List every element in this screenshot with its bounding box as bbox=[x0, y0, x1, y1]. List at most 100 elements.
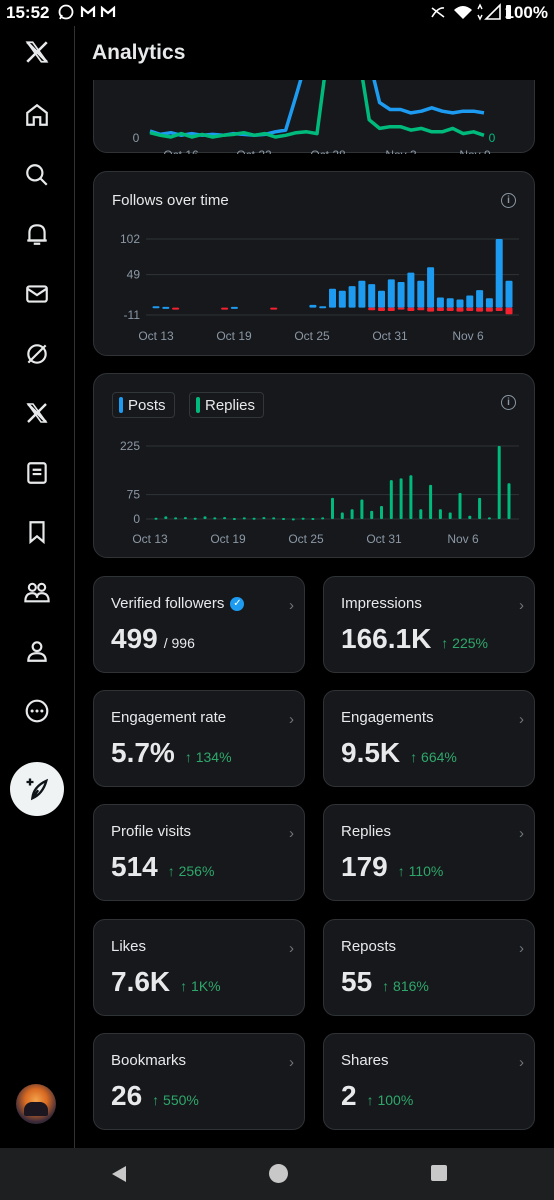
posts-replies-chart-card[interactable]: Posts Replies i 225 75 0 Oct 13 Oct 19 Oct 25… bbox=[93, 373, 535, 558]
home-button-icon[interactable] bbox=[269, 1164, 288, 1183]
bar bbox=[368, 284, 376, 308]
y-tick-label: 102 bbox=[120, 232, 140, 246]
stat-reposts[interactable]: Reposts › 55 ↑ 816% bbox=[323, 919, 535, 1016]
notifications-icon[interactable] bbox=[13, 210, 61, 258]
bar bbox=[507, 483, 511, 519]
stat-change: ↑ 816% bbox=[382, 978, 429, 994]
x-tick-label: Oct 22 bbox=[236, 148, 272, 154]
stat-likes[interactable]: Likes › 7.6K ↑ 1K% bbox=[93, 919, 305, 1016]
messages-icon[interactable] bbox=[13, 270, 61, 318]
y-axis-label: 0 bbox=[133, 131, 140, 145]
more-icon[interactable] bbox=[13, 687, 61, 735]
lists-icon[interactable] bbox=[13, 449, 61, 497]
grok-icon[interactable] bbox=[13, 330, 61, 378]
profile-icon[interactable] bbox=[13, 627, 61, 675]
analytics-content: 0 0 Oct 16 Oct 22 Oct 28 Nov 3 Nov 9 Follows o… bbox=[75, 80, 554, 1148]
stat-change: ↑ 550% bbox=[152, 1092, 199, 1108]
bar bbox=[448, 512, 452, 519]
bar bbox=[466, 307, 474, 311]
stat-change: ↑ 134% bbox=[184, 749, 232, 765]
bar bbox=[487, 517, 491, 520]
chevron-right-icon: › bbox=[519, 940, 524, 957]
bar bbox=[417, 307, 425, 311]
stat-impressions[interactable]: Impressions › 166.1K ↑ 225% bbox=[323, 576, 535, 673]
chart-title: Follows over time bbox=[112, 192, 229, 209]
follows-chart-card[interactable]: Follows over time i 102 49 -11 Oct 13 Oct 19… bbox=[93, 171, 535, 356]
bar bbox=[436, 307, 444, 311]
bar bbox=[387, 279, 395, 308]
chevron-right-icon: › bbox=[289, 1054, 294, 1071]
legend-label: Posts bbox=[128, 396, 166, 414]
y-tick-label: 0 bbox=[133, 512, 140, 526]
bar bbox=[429, 484, 433, 519]
stat-value-row: 166.1K ↑ 225% bbox=[341, 623, 488, 655]
bar bbox=[436, 297, 444, 308]
whatsapp-gmail-icons bbox=[58, 4, 116, 20]
sidebar-nav bbox=[0, 26, 75, 1148]
home-icon[interactable] bbox=[13, 91, 61, 139]
stat-value-row: 9.5K ↑ 664% bbox=[341, 737, 457, 769]
system-nav-bar bbox=[0, 1148, 554, 1200]
bar bbox=[172, 307, 180, 310]
compose-button[interactable] bbox=[10, 762, 64, 816]
bar bbox=[223, 517, 227, 520]
bar bbox=[291, 518, 295, 521]
bar bbox=[468, 515, 472, 519]
legend-replies[interactable]: Replies bbox=[189, 392, 265, 418]
x-tick-label: Nov 6 bbox=[447, 532, 479, 546]
bar bbox=[446, 298, 454, 308]
stat-label: Profile visits bbox=[111, 823, 192, 840]
bar bbox=[162, 306, 170, 309]
stat-engagement-rate[interactable]: Engagement rate › 5.7% ↑ 134% bbox=[93, 690, 305, 787]
bookmarks-icon[interactable] bbox=[13, 508, 61, 556]
bar bbox=[399, 478, 403, 519]
legend-posts[interactable]: Posts bbox=[112, 392, 175, 418]
x-tick-label: Oct 13 bbox=[132, 532, 168, 546]
stat-value-row: 7.6K ↑ 1K% bbox=[111, 966, 221, 998]
compose-icon bbox=[26, 778, 49, 801]
avatar[interactable] bbox=[16, 1084, 56, 1124]
stat-replies[interactable]: Replies › 179 ↑ 110% bbox=[323, 804, 535, 901]
bar bbox=[427, 307, 435, 312]
notification-icons bbox=[58, 3, 120, 25]
bar bbox=[232, 518, 236, 520]
x-logo-icon[interactable] bbox=[13, 28, 61, 76]
impressions-chart-card[interactable]: 0 0 Oct 16 Oct 22 Oct 28 Nov 3 Nov 9 bbox=[93, 80, 535, 162]
bar bbox=[485, 307, 493, 312]
bar bbox=[154, 517, 158, 520]
bar bbox=[370, 510, 374, 519]
info-icon[interactable]: i bbox=[501, 395, 516, 410]
communities-icon[interactable] bbox=[13, 568, 61, 616]
info-icon[interactable]: i bbox=[501, 193, 516, 208]
chevron-right-icon: › bbox=[519, 1054, 524, 1071]
bar bbox=[380, 506, 383, 519]
stat-engagements[interactable]: Engagements › 9.5K ↑ 664% bbox=[323, 690, 535, 787]
stat-bookmarks[interactable]: Bookmarks › 26 ↑ 550% bbox=[93, 1033, 305, 1130]
x-tick-label: Oct 19 bbox=[210, 532, 246, 546]
stat-shares[interactable]: Shares › 2 ↑ 100% bbox=[323, 1033, 535, 1130]
bar bbox=[329, 288, 336, 308]
search-icon[interactable] bbox=[13, 151, 61, 199]
bar bbox=[456, 307, 464, 312]
bar bbox=[397, 307, 405, 310]
back-icon[interactable] bbox=[110, 1164, 128, 1184]
bar bbox=[389, 480, 393, 519]
stat-label: Engagements bbox=[341, 709, 434, 726]
stat-profile-visits[interactable]: Profile visits › 514 ↑ 256% bbox=[93, 804, 305, 901]
stat-value: 179 bbox=[341, 851, 388, 882]
bar bbox=[340, 512, 344, 519]
bar bbox=[446, 307, 454, 311]
bar bbox=[213, 517, 217, 520]
posts-swatch bbox=[119, 397, 123, 413]
recents-icon[interactable] bbox=[431, 1165, 447, 1181]
stat-value: 5.7% bbox=[111, 737, 175, 768]
premium-x-icon[interactable] bbox=[13, 389, 61, 437]
stat-label: Engagement rate bbox=[111, 709, 227, 726]
bar bbox=[174, 517, 178, 520]
stat-label-row: Verified followers ✓ bbox=[111, 595, 245, 612]
bar bbox=[427, 267, 435, 308]
x-tick-label: Oct 16 bbox=[163, 148, 199, 154]
bar bbox=[360, 499, 364, 519]
stat-value: 55 bbox=[341, 966, 373, 997]
stat-verified-followers[interactable]: Verified followers ✓ › 499 / 996 bbox=[93, 576, 305, 673]
